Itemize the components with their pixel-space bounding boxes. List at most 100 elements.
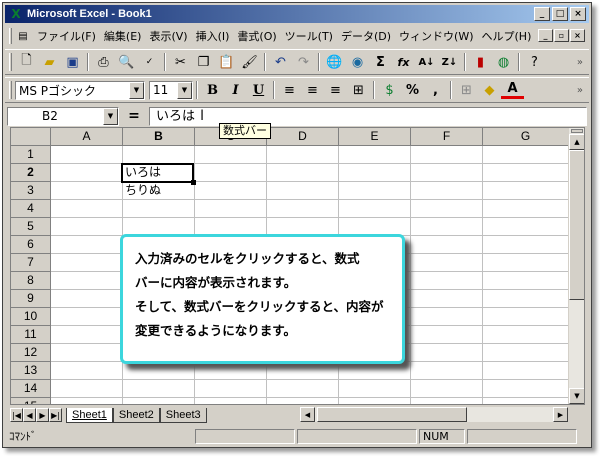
close-button[interactable]: × <box>570 7 586 21</box>
map-icon[interactable]: ◍ <box>492 51 515 73</box>
first-sheet-icon[interactable]: |◀ <box>10 407 23 422</box>
split-box[interactable] <box>571 129 583 133</box>
borders-icon[interactable]: ⊞ <box>455 79 478 101</box>
chart-wizard-icon[interactable]: ▮ <box>469 51 492 73</box>
column-header-d[interactable]: D <box>267 128 339 146</box>
web-toolbar-icon[interactable]: ◉ <box>346 51 369 73</box>
row-header-6[interactable]: 6 <box>11 236 51 254</box>
office-assistant-icon[interactable]: ? <box>523 51 546 73</box>
cut-icon[interactable]: ✂ <box>169 51 192 73</box>
fill-handle[interactable] <box>191 180 196 185</box>
print-preview-icon[interactable]: 🔍 <box>115 51 138 73</box>
menu-grip[interactable] <box>9 28 12 44</box>
column-header-f[interactable]: F <box>411 128 483 146</box>
toolbar-grip[interactable] <box>9 53 12 71</box>
menu-edit[interactable]: 編集(E) <box>100 28 146 44</box>
name-box[interactable]: B2 ▼ <box>7 106 119 126</box>
new-icon[interactable]: 🗋 <box>15 51 38 73</box>
menu-insert[interactable]: 挿入(I) <box>192 28 234 44</box>
row-header-4[interactable]: 4 <box>11 200 51 218</box>
toolbar-more-chevron-icon[interactable]: » <box>577 57 583 68</box>
row-header-8[interactable]: 8 <box>11 272 51 290</box>
scroll-right-icon[interactable]: ▶ <box>553 407 568 422</box>
workbook-icon[interactable]: ▤ <box>16 29 30 43</box>
merge-center-icon[interactable]: ⊞ <box>347 79 370 101</box>
row-header-11[interactable]: 11 <box>11 326 51 344</box>
title-bar[interactable]: X Microsoft Excel - Book1 _ □ × <box>5 5 589 23</box>
sort-descending-icon[interactable]: Z↓ <box>438 51 461 73</box>
menu-view[interactable]: 表示(V) <box>145 28 191 44</box>
last-sheet-icon[interactable]: ▶| <box>49 407 62 422</box>
row-header-14[interactable]: 14 <box>11 380 51 398</box>
equals-button[interactable]: = <box>119 108 149 124</box>
menu-help[interactable]: ヘルプ(H) <box>478 28 536 44</box>
row-header-15[interactable]: 15 <box>11 398 51 404</box>
workbook-close-button[interactable]: × <box>570 29 585 42</box>
select-all-corner[interactable] <box>11 128 51 146</box>
maximize-button[interactable]: □ <box>552 7 568 21</box>
font-size-dropdown-icon[interactable]: ▼ <box>177 81 192 99</box>
row-header-12[interactable]: 12 <box>11 344 51 362</box>
comma-button[interactable]: , <box>424 79 447 101</box>
fill-color-icon[interactable]: ◆ <box>478 79 501 101</box>
row-header-7[interactable]: 7 <box>11 254 51 272</box>
function-button[interactable]: fx <box>392 51 415 73</box>
menu-tools[interactable]: ツール(T) <box>281 28 337 44</box>
row-header-3[interactable]: 3 <box>11 182 51 200</box>
underline-button[interactable]: U <box>247 79 270 101</box>
align-center-icon[interactable]: ≡ <box>301 79 324 101</box>
row-header-1[interactable]: 1 <box>11 146 51 164</box>
save-icon[interactable]: ▣ <box>61 51 84 73</box>
row-header-13[interactable]: 13 <box>11 362 51 380</box>
next-sheet-icon[interactable]: ▶ <box>36 407 49 422</box>
hyperlink-icon[interactable]: 🌐 <box>323 51 346 73</box>
menu-window[interactable]: ウィンドウ(W) <box>395 28 477 44</box>
workbook-restore-button[interactable]: ▫ <box>554 29 569 42</box>
row-header-9[interactable]: 9 <box>11 290 51 308</box>
horizontal-scroll-thumb[interactable] <box>317 407 467 422</box>
name-box-dropdown-icon[interactable]: ▼ <box>103 107 118 125</box>
open-icon[interactable]: ▰ <box>38 51 61 73</box>
formula-input[interactable]: いろは I <box>149 106 587 126</box>
sort-ascending-icon[interactable]: A↓ <box>415 51 438 73</box>
column-header-b[interactable]: B <box>123 128 195 146</box>
toolbar-grip[interactable] <box>9 81 12 99</box>
row-header-5[interactable]: 5 <box>11 218 51 236</box>
toolbar-more-chevron-icon[interactable]: » <box>577 85 583 96</box>
sheet-tab-3[interactable]: Sheet3 <box>159 408 207 423</box>
row-header-2[interactable]: 2 <box>11 164 51 182</box>
vertical-scrollbar[interactable]: ▲ ▼ <box>568 128 584 404</box>
autosum-button[interactable]: Σ <box>369 51 392 73</box>
scroll-down-icon[interactable]: ▼ <box>569 388 584 404</box>
column-header-g[interactable]: G <box>483 128 569 146</box>
horizontal-scrollbar[interactable]: ◀ ▶ <box>300 407 568 422</box>
menu-file[interactable]: ファイル(F) <box>33 28 100 44</box>
redo-icon[interactable]: ↷ <box>292 51 315 73</box>
undo-icon[interactable]: ↶ <box>269 51 292 73</box>
sheet-tab-1[interactable]: Sheet1 <box>66 408 113 423</box>
column-header-e[interactable]: E <box>339 128 411 146</box>
copy-icon[interactable]: ❐ <box>192 51 215 73</box>
align-left-icon[interactable]: ≡ <box>278 79 301 101</box>
bold-button[interactable]: B <box>201 79 224 101</box>
workbook-minimize-button[interactable]: _ <box>538 29 553 42</box>
menu-data[interactable]: データ(D) <box>337 28 395 44</box>
align-right-icon[interactable]: ≡ <box>324 79 347 101</box>
cell-b3[interactable]: ちりぬ <box>123 182 195 200</box>
font-color-icon[interactable]: A <box>501 81 524 99</box>
minimize-button[interactable]: _ <box>534 7 550 21</box>
sheet-tab-2[interactable]: Sheet2 <box>112 408 160 423</box>
prev-sheet-icon[interactable]: ◀ <box>23 407 36 422</box>
print-icon[interactable]: ⎙ <box>92 51 115 73</box>
vertical-scroll-thumb[interactable] <box>569 150 584 300</box>
font-size-select[interactable]: 11 ▼ <box>149 80 193 100</box>
font-name-dropdown-icon[interactable]: ▼ <box>129 81 144 99</box>
currency-icon[interactable]: $ <box>378 79 401 101</box>
scroll-left-icon[interactable]: ◀ <box>300 407 315 422</box>
row-header-10[interactable]: 10 <box>11 308 51 326</box>
font-name-select[interactable]: MS Pゴシック ▼ <box>15 80 145 100</box>
menu-format[interactable]: 書式(O) <box>233 28 280 44</box>
spelling-icon[interactable]: ✓ <box>138 51 161 73</box>
column-header-a[interactable]: A <box>51 128 123 146</box>
percent-button[interactable]: % <box>401 79 424 101</box>
